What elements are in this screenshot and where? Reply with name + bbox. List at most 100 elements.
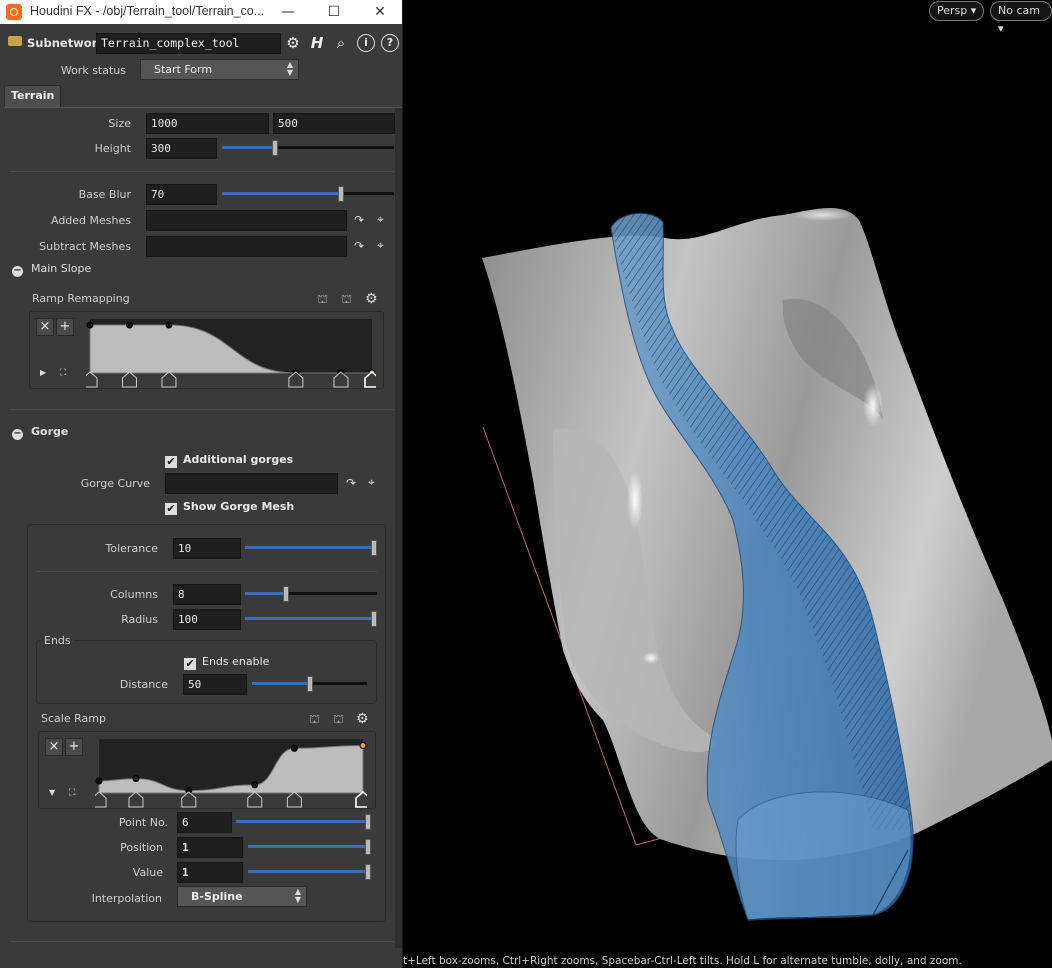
- houdini-logo-icon: [6, 4, 22, 20]
- ends-enable-checkbox[interactable]: ✔ Ends enable: [184, 655, 269, 670]
- tolerance-field[interactable]: 10: [173, 538, 241, 559]
- added-meshes-label: Added Meshes: [50, 214, 131, 227]
- ramp-key-handle: [286, 791, 302, 808]
- scene-viewport[interactable]: Persp ▾ No cam ▾ t+Left box-zooms, Ctrl+…: [403, 0, 1052, 968]
- jump-arrow-icon[interactable]: ↷: [346, 476, 356, 490]
- remove-point-button[interactable]: ×: [36, 318, 54, 336]
- point-no-label: Point No.: [118, 816, 168, 829]
- ramp-save-icon[interactable]: ⛫: [333, 712, 344, 728]
- work-status-dropdown[interactable]: Start Form ▲ ▼: [140, 59, 299, 80]
- slider-handle[interactable]: [371, 611, 377, 627]
- ramp-key-handle: [161, 371, 177, 388]
- main-slope-folder[interactable]: − Main Slope: [12, 262, 91, 277]
- maximize-button[interactable]: ☐: [311, 0, 357, 24]
- additional-gorges-checkbox[interactable]: ✔ Additional gorges: [165, 453, 293, 468]
- size-y-field[interactable]: 500: [273, 113, 395, 134]
- show-gorge-mesh-checkbox[interactable]: ✔ Show Gorge Mesh: [165, 500, 294, 515]
- size-label: Size: [108, 117, 131, 130]
- slider-handle[interactable]: [371, 540, 377, 556]
- columns-field[interactable]: 8: [173, 584, 241, 605]
- distance-field[interactable]: 50: [183, 674, 247, 695]
- scrollbar[interactable]: [395, 108, 402, 948]
- radius-label: Radius: [121, 613, 158, 626]
- ramp-point: [95, 777, 103, 785]
- slider-handle[interactable]: [365, 839, 371, 855]
- radius-field[interactable]: 100: [173, 609, 241, 630]
- search-icon[interactable]: ⌕: [332, 34, 350, 52]
- jump-arrow-icon[interactable]: ↷: [354, 239, 364, 253]
- slider-handle[interactable]: [365, 864, 371, 880]
- ramp-preset-icon[interactable]: ⛫: [309, 712, 320, 728]
- slider-handle[interactable]: [272, 140, 278, 156]
- base-blur-slider[interactable]: [222, 186, 394, 202]
- value-field[interactable]: 1: [177, 862, 243, 883]
- slider-handle[interactable]: [283, 586, 289, 602]
- slider-handle[interactable]: [338, 186, 344, 202]
- check-icon: ✔: [165, 502, 177, 515]
- value-slider[interactable]: [248, 864, 371, 880]
- node-name-field[interactable]: Terrain_complex_tool: [96, 33, 281, 54]
- add-point-button[interactable]: +: [65, 738, 83, 756]
- perspective-menu[interactable]: Persp ▾: [929, 1, 985, 21]
- fit-view-icon[interactable]: ⛶: [60, 368, 66, 378]
- slider-handle[interactable]: [307, 676, 313, 692]
- interpolation-dropdown[interactable]: B-Spline ▲ ▼: [177, 886, 307, 907]
- persp-label: Persp: [937, 4, 968, 17]
- point-no-slider[interactable]: [236, 814, 371, 830]
- ends-enable-label: Ends enable: [202, 655, 270, 668]
- gear-icon[interactable]: ⚙: [356, 711, 369, 727]
- tolerance-slider[interactable]: [245, 540, 377, 556]
- tolerance-label: Tolerance: [105, 542, 158, 555]
- check-icon: ✔: [165, 455, 177, 468]
- gear-icon[interactable]: ⚙: [365, 291, 378, 307]
- position-field[interactable]: 1: [177, 837, 243, 858]
- slider-handle[interactable]: [365, 814, 371, 830]
- collapse-triangle-icon[interactable]: ▼: [49, 788, 55, 797]
- node-picker-icon[interactable]: ⌖: [377, 212, 384, 227]
- ramp-save-icon[interactable]: ⛫: [341, 292, 352, 308]
- remove-point-button[interactable]: ×: [45, 738, 63, 756]
- height-field[interactable]: 300: [146, 138, 217, 159]
- ramp-preset-icon[interactable]: ⛫: [317, 292, 328, 308]
- subtract-meshes-field[interactable]: [146, 236, 347, 257]
- ramp-remapping-label: Ramp Remapping: [32, 292, 130, 305]
- base-blur-field[interactable]: 70: [146, 184, 217, 205]
- ramp-point: [251, 781, 259, 789]
- collapse-icon: −: [12, 428, 23, 440]
- help-icon[interactable]: ?: [381, 34, 399, 52]
- add-point-button[interactable]: +: [56, 318, 74, 336]
- position-slider[interactable]: [248, 839, 371, 855]
- added-meshes-field[interactable]: [146, 210, 347, 231]
- minimize-button[interactable]: —: [265, 0, 311, 24]
- ramp-key-handle: [128, 791, 144, 808]
- expand-triangle-icon[interactable]: ▶: [40, 368, 46, 377]
- show-gorge-mesh-label: Show Gorge Mesh: [183, 500, 295, 513]
- jump-arrow-icon[interactable]: ↷: [354, 213, 364, 227]
- ramp-remapping-editor: × + ▶ ⛶: [29, 311, 384, 389]
- work-status-value: Start Form: [154, 63, 213, 76]
- height-slider[interactable]: [222, 140, 394, 156]
- ramp-key-handle: [288, 371, 304, 388]
- distance-slider[interactable]: [252, 676, 367, 692]
- houdini-h-icon[interactable]: H: [308, 34, 326, 52]
- scale-ramp-curve[interactable]: [95, 737, 367, 809]
- scale-ramp-editor: × + ▼ ⛶: [38, 731, 376, 809]
- point-no-field[interactable]: 6: [177, 812, 232, 833]
- info-icon[interactable]: i: [357, 34, 375, 52]
- radius-slider[interactable]: [245, 611, 377, 627]
- gear-icon[interactable]: ⚙: [284, 34, 302, 52]
- title-bar[interactable]: Houdini FX - /obj/Terrain_tool/Terrain_c…: [0, 0, 402, 24]
- subtract-meshes-label: Subtract Meshes: [39, 240, 131, 253]
- columns-slider[interactable]: [245, 586, 377, 602]
- gorge-curve-field[interactable]: [165, 473, 338, 494]
- fit-view-icon[interactable]: ⛶: [69, 788, 75, 798]
- close-button[interactable]: ✕: [357, 0, 403, 24]
- node-picker-icon[interactable]: ⌖: [377, 238, 384, 253]
- tab-terrain[interactable]: Terrain: [4, 85, 62, 107]
- size-x-field[interactable]: 1000: [146, 113, 269, 134]
- ramp-remapping-curve[interactable]: [86, 317, 376, 389]
- additional-gorges-label: Additional gorges: [183, 453, 294, 466]
- gorge-folder[interactable]: − Gorge: [12, 425, 68, 440]
- node-picker-icon[interactable]: ⌖: [368, 475, 375, 490]
- camera-menu[interactable]: No cam ▾: [990, 1, 1052, 35]
